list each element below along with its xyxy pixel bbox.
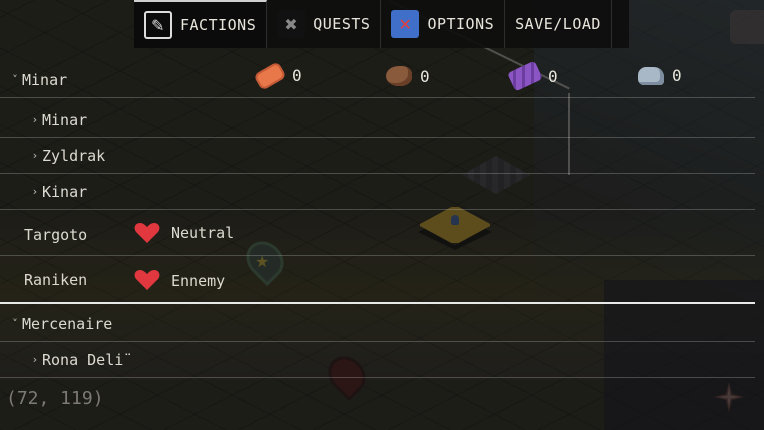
faction-row-raniken[interactable]: Raniken bbox=[0, 258, 755, 304]
resource-value: 0 bbox=[292, 66, 302, 85]
faction-name: Raniken bbox=[24, 271, 88, 289]
meat-icon bbox=[386, 66, 412, 86]
scroll-icon: ✖ bbox=[277, 10, 306, 38]
tab-save-load[interactable]: SAVE/LOAD bbox=[505, 0, 612, 48]
chevron-down-icon: ˅ bbox=[12, 317, 18, 330]
resource-logs: 0 bbox=[507, 60, 558, 92]
faction-row-targoto[interactable]: Targoto bbox=[0, 214, 755, 256]
settings-icon: ✕ bbox=[391, 10, 420, 38]
relation-status: Ennemy bbox=[171, 272, 226, 290]
resource-value: 0 bbox=[672, 66, 682, 85]
tab-options[interactable]: ✕ OPTIONS bbox=[381, 0, 506, 48]
tab-quests[interactable]: ✖ QUESTS bbox=[267, 0, 382, 48]
tab-label: SAVE/LOAD bbox=[515, 15, 601, 33]
faction-item-label: Zyldrak bbox=[42, 146, 106, 165]
map-coordinates: (72, 119) bbox=[6, 388, 104, 409]
chevron-down-icon: ˅ bbox=[12, 73, 18, 86]
chevron-right-icon: › bbox=[32, 185, 38, 198]
top-tab-bar: ✎ FACTIONS ✖ QUESTS ✕ OPTIONS SAVE/LOAD bbox=[134, 0, 629, 48]
resource-ore: 0 bbox=[638, 66, 682, 85]
faction-item-label: Rona Deli¨ bbox=[42, 350, 133, 369]
faction-item-rona-deli[interactable]: › Rona Deli¨ bbox=[0, 342, 755, 378]
faction-item-label: Minar bbox=[42, 110, 88, 129]
heart-icon bbox=[134, 270, 160, 290]
faction-item-label: Kinar bbox=[42, 182, 88, 201]
tab-label: FACTIONS bbox=[180, 16, 257, 34]
heart-icon bbox=[134, 223, 160, 243]
faction-item-kinar[interactable]: › Kinar bbox=[0, 174, 755, 210]
chevron-right-icon: › bbox=[32, 113, 38, 126]
edit-icon: ✎ bbox=[144, 11, 172, 39]
chevron-right-icon: › bbox=[32, 149, 38, 162]
faction-group-mercenaire[interactable]: ˅ Mercenaire bbox=[0, 306, 755, 342]
resource-value: 0 bbox=[420, 66, 430, 86]
chevron-right-icon: › bbox=[32, 353, 38, 366]
relation-status: Neutral bbox=[171, 224, 235, 242]
tab-factions[interactable]: ✎ FACTIONS bbox=[134, 0, 268, 48]
faction-item-zyldrak[interactable]: › Zyldrak bbox=[0, 138, 755, 174]
faction-name: Targoto bbox=[24, 225, 88, 244]
resource-gem: 0 bbox=[253, 60, 302, 91]
resource-value: 0 bbox=[548, 66, 558, 86]
faction-item-minar[interactable]: › Minar bbox=[0, 102, 755, 138]
tab-label: OPTIONS bbox=[427, 15, 495, 33]
faction-group-label: Mercenaire bbox=[22, 314, 113, 333]
tab-label: QUESTS bbox=[313, 15, 371, 33]
faction-group-label: Minar bbox=[22, 70, 68, 89]
ore-icon bbox=[638, 66, 664, 85]
resource-meat: 0 bbox=[386, 66, 430, 86]
